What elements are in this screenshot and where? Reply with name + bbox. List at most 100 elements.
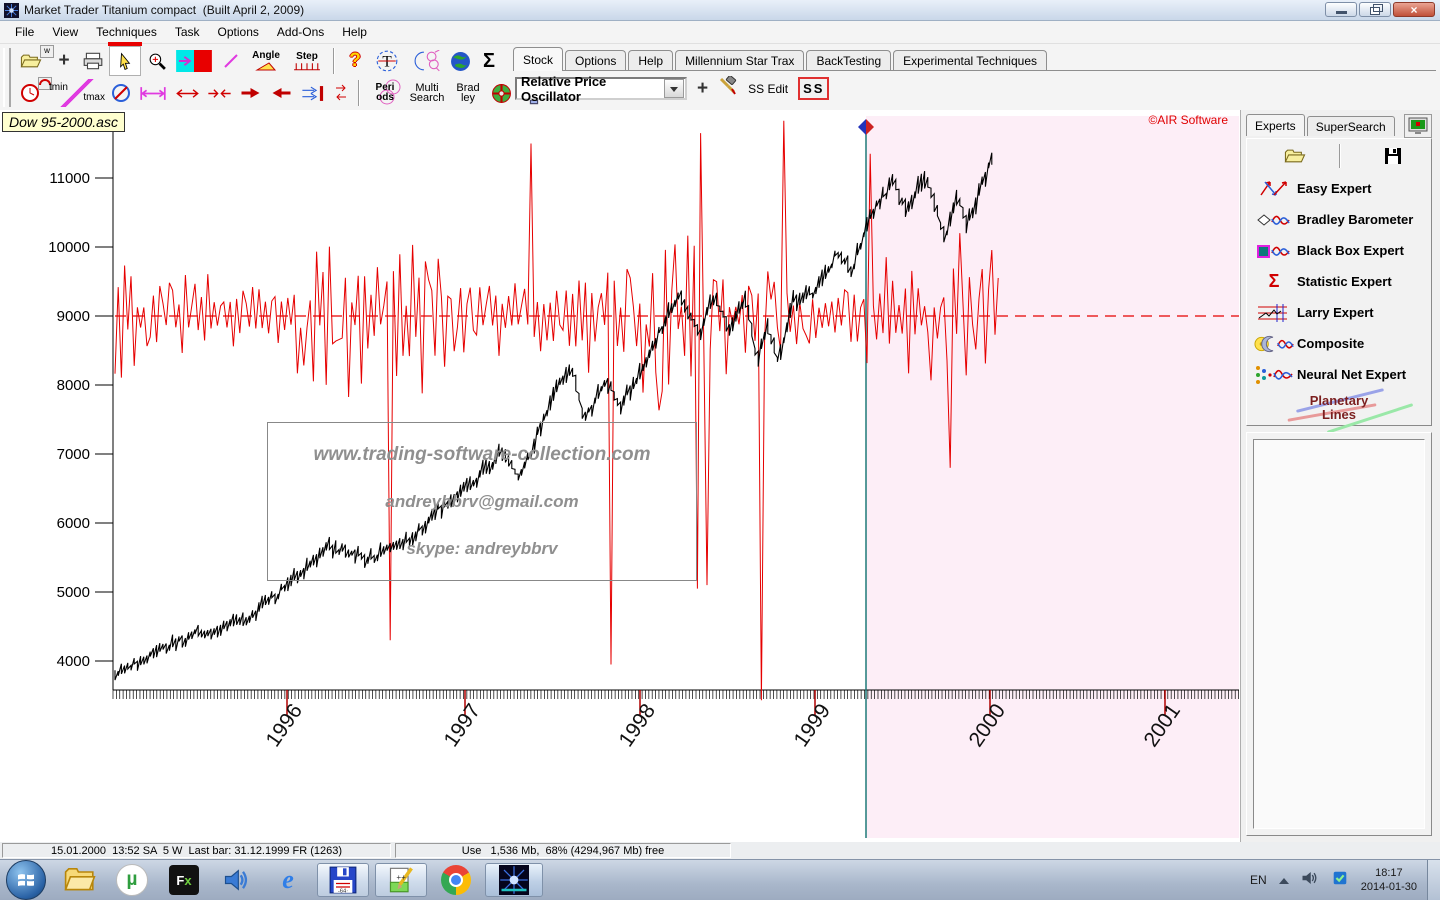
monitor-view-button[interactable] [1404,114,1432,138]
text-tool-button[interactable]: T [371,47,403,75]
restore-button[interactable] [1359,2,1391,17]
scroll-to-end-tool-button[interactable] [298,79,328,107]
minimize-button[interactable] [1325,2,1357,17]
taskbar-market-trader[interactable] [485,863,543,897]
edit-tool-button[interactable] [718,76,738,101]
range-select-tool-button[interactable] [173,47,215,75]
compass-tool-button[interactable] [108,79,134,107]
taskbar-chrome[interactable] [433,863,479,897]
expert-statistic[interactable]: Σ Statistic Expert [1247,266,1431,297]
menu-help[interactable]: Help [333,22,376,42]
tab-stock[interactable]: Stock [513,47,563,71]
taskbar-explorer[interactable] [57,863,103,897]
explorer-folder-icon [64,867,96,893]
tmin-label: tmin [49,83,68,93]
taskbar-internet-explorer[interactable]: e [265,863,311,897]
svg-text:5000: 5000 [57,584,90,601]
expert-composite[interactable]: Composite [1247,328,1431,359]
start-button[interactable] [6,860,46,900]
menu-techniques[interactable]: Techniques [87,22,166,42]
expand-range-tool-button[interactable] [172,79,202,107]
save-expert-button[interactable] [1377,143,1409,169]
menu-file[interactable]: File [6,22,43,42]
pointer-tool-button[interactable] [109,46,141,76]
help-tool-button[interactable]: ? [342,47,368,75]
dropdown-arrow-button[interactable] [664,79,684,98]
periods-button[interactable]: Peri ods [367,79,403,107]
open-file-button[interactable]: w [14,47,48,75]
technique-select[interactable]: Relative Price Oscillator [515,77,687,100]
expert-neural-net[interactable]: Neural Net Expert [1247,359,1431,390]
show-desktop-button[interactable] [1427,860,1440,900]
tab-help[interactable]: Help [628,50,673,71]
zoom-tool-button[interactable] [144,47,170,75]
svg-text:T: T [382,53,392,70]
taskbar: µ Fx e -64· ++ EN 18:17 2014-01-3 [0,859,1440,900]
expert-output-area[interactable] [1253,439,1425,829]
tab-experimental-techniques[interactable]: Experimental Techniques [893,50,1047,71]
angle-tool-button[interactable]: Angle [247,47,285,75]
add-chart-button[interactable]: + [51,47,77,75]
expert-larry[interactable]: Larry Expert [1247,297,1431,328]
tab-millennium-star-trax[interactable]: Millennium Star Trax [675,50,804,71]
planetary-label-1: Planetary [1310,394,1369,408]
blue-arrows-bar-icon [300,85,326,102]
tab-backtesting[interactable]: BackTesting [806,50,891,71]
hammer-icon [718,76,738,96]
load-expert-button[interactable] [1279,143,1311,169]
line-draw-tool-button[interactable] [218,47,244,75]
shift-left-tool-button[interactable] [267,79,295,107]
tray-dropbox[interactable] [1331,869,1349,892]
tray-expand-icon[interactable] [1279,873,1289,884]
multi-search-button[interactable]: Multi Search [406,79,448,107]
cycles-tool-button[interactable] [406,47,444,75]
taskbar-fx-app[interactable]: Fx [161,863,207,897]
shift-right-tool-button[interactable] [236,79,264,107]
toolbar-separator [333,48,335,74]
menu-task[interactable]: Task [166,22,209,42]
tray-volume[interactable] [1301,870,1319,891]
chart-file-label[interactable]: Dow 95-2000.asc [2,112,125,132]
larry-chart-icon [1254,302,1294,324]
svg-text:6000: 6000 [57,515,90,532]
span-arrows-icon [139,86,167,101]
globe-icon [450,51,471,72]
expert-planetary-lines[interactable]: Planetary Lines [1247,390,1431,426]
sum-tool-button[interactable]: Σ [476,47,502,75]
toolbar-gripper[interactable] [3,48,11,107]
experts-toolbar [1247,139,1431,173]
bradley-button[interactable]: Brad ley [451,79,485,107]
expert-black-box[interactable]: Black Box Expert [1247,235,1431,266]
close-button[interactable]: × [1393,2,1435,17]
time-tool-button[interactable] [14,79,46,107]
step-tool-button[interactable]: Step [288,47,326,75]
menu-options[interactable]: Options [209,22,268,42]
tab-experts[interactable]: Experts [1246,114,1305,136]
step-arrows-tool-button[interactable] [331,79,351,107]
technique-tabs: Stock Options Help Millennium Star Trax … [513,47,1049,71]
expert-bradley-barometer[interactable]: Bradley Barometer [1247,204,1431,235]
inward-arrows-icon [206,87,233,100]
market-trader-icon [499,865,529,895]
contract-range-tool-button[interactable] [205,79,233,107]
taskbar-notepadpp[interactable]: ++ [375,863,427,897]
supersearch-button[interactable]: SS [798,77,829,100]
tray-clock[interactable]: 18:17 2014-01-30 [1361,866,1417,894]
taskbar-volume-app[interactable] [213,863,259,897]
menu-view[interactable]: View [43,22,87,42]
language-indicator[interactable]: EN [1250,873,1267,887]
taskbar-utorrent[interactable]: µ [109,863,155,897]
globe-tool-button[interactable] [447,47,473,75]
print-button[interactable] [80,47,106,75]
ss-edit-label[interactable]: SS Edit [748,82,788,96]
tab-options[interactable]: Options [565,50,626,71]
taskbar-disk-app[interactable]: -64· [317,863,369,897]
target-tool-button[interactable] [488,79,514,107]
tab-supersearch[interactable]: SuperSearch [1307,116,1395,136]
expert-easy[interactable]: Easy Expert [1247,173,1431,204]
window-title: Market Trader Titanium compact (Built Ap… [24,3,304,17]
span-measure-tool-button[interactable] [137,79,169,107]
add-technique-button[interactable]: + [697,78,708,100]
tmin-tmax-tool-button[interactable]: tmin tmax [49,79,105,107]
menu-addons[interactable]: Add-Ons [268,22,333,42]
